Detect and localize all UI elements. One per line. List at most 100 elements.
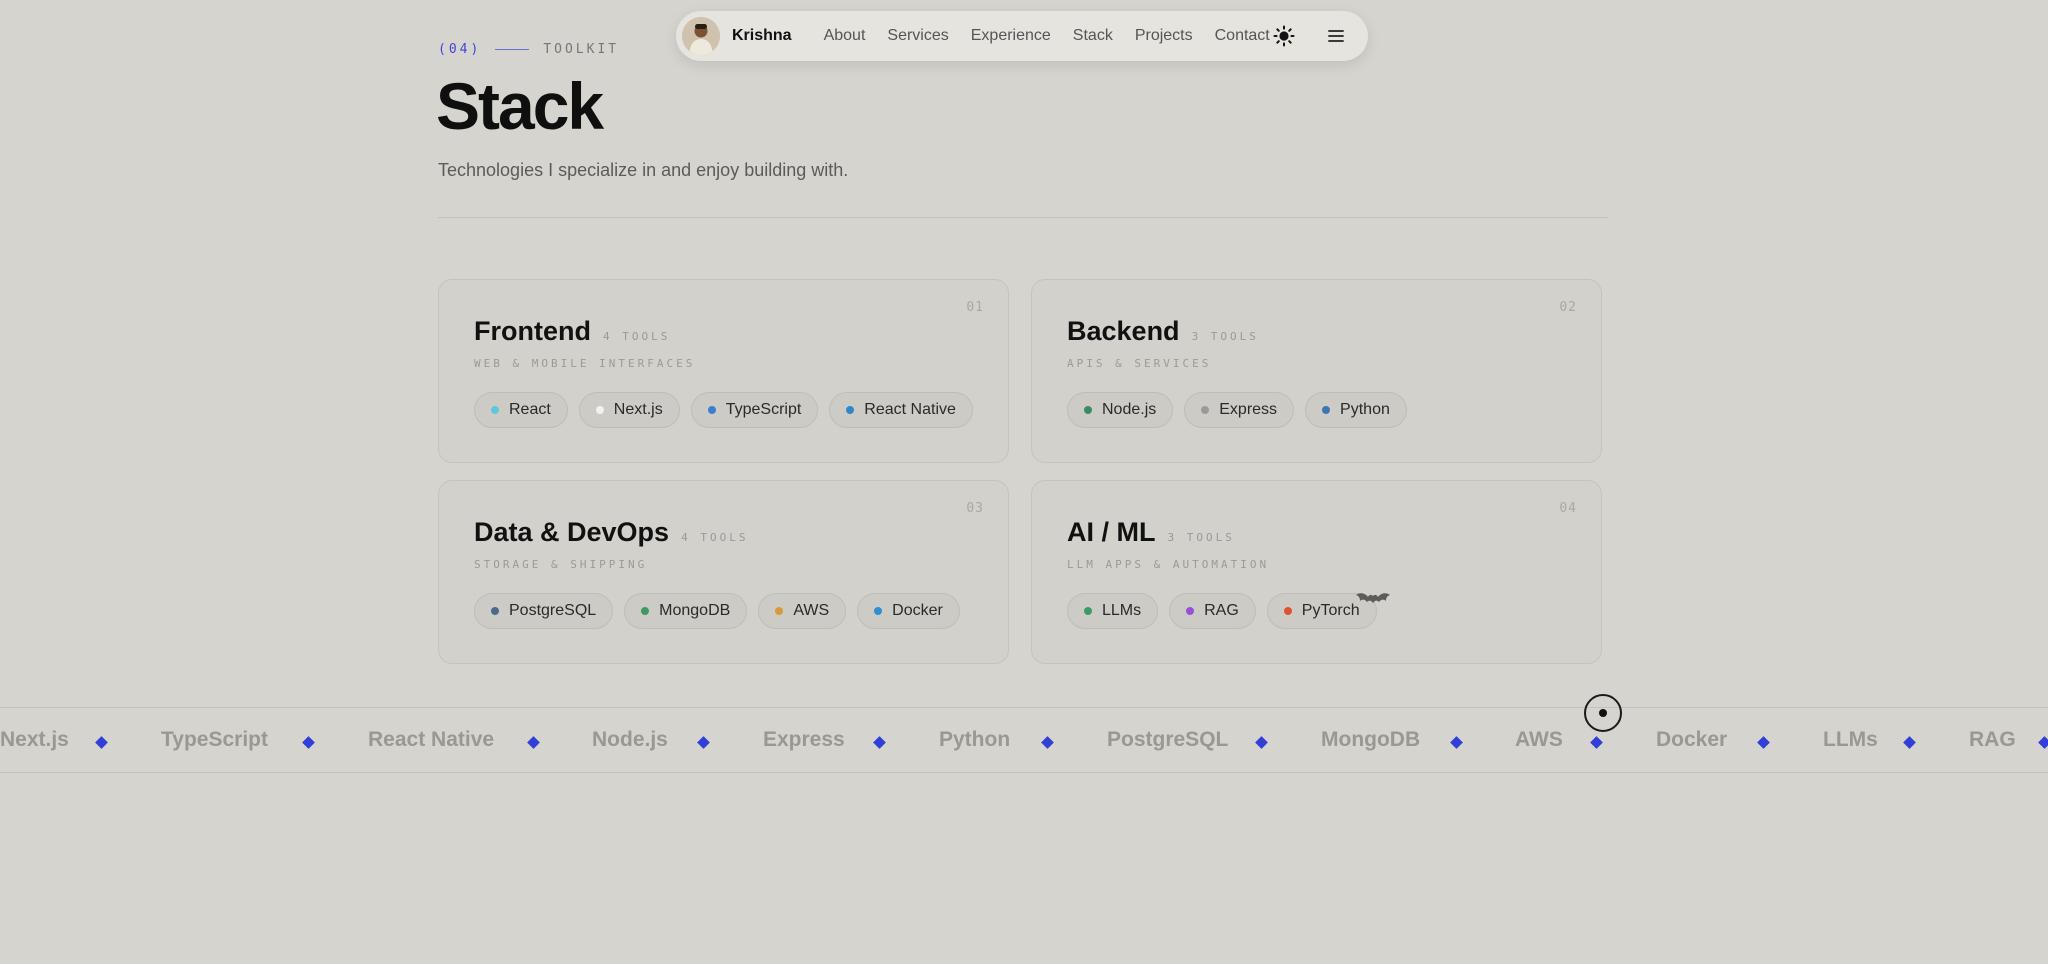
card-index: 03 [966,501,984,516]
tool-color-dot [1186,607,1195,615]
top-nav: Krishna About Services Experience Stack … [676,11,1368,61]
bat-icon [1356,593,1390,603]
tool-name: PyTorch [1301,602,1360,619]
tool-color-dot [707,406,716,414]
section-divider [438,217,1608,218]
card-tool-count: 3 TOOLS [1167,531,1235,544]
tool-color-dot [1322,406,1331,414]
marquee-item: Node.js [592,728,668,751]
card-title: Frontend [474,316,591,346]
card-title: Backend [1067,316,1180,346]
marquee-item: Docker [1656,728,1728,751]
tool-chip[interactable]: Express [1184,392,1295,428]
tool-chip-list: PostgreSQL MongoDB AWS Docker [474,593,973,629]
marquee-item: TypeScript [161,728,268,751]
diamond-icon [1590,736,1603,749]
nav-link-stack[interactable]: Stack [1073,27,1113,45]
diamond-icon [527,736,540,749]
tool-name: RAG [1204,602,1239,619]
nav-link-contact[interactable]: Contact [1215,27,1270,45]
diamond-icon [95,736,108,749]
tool-name: Next.js [613,401,663,418]
tool-name: PostgreSQL [509,602,597,619]
nav-link-experience[interactable]: Experience [971,27,1051,45]
card-index: 02 [1559,300,1577,315]
tool-name: Python [1340,401,1390,418]
tool-color-dot [874,607,883,615]
tool-name: Node.js [1102,401,1157,418]
tool-color-dot [1084,406,1092,414]
section-number: (04) [438,42,482,57]
tool-name: Docker [892,602,943,619]
marquee-item: Python [939,728,1011,751]
stack-card-frontend: 01 Frontend 4 TOOLS WEB & MOBILE INTERFA… [438,279,1009,463]
tool-chip[interactable]: TypeScript [690,392,819,428]
brand-name[interactable]: Krishna [732,27,792,45]
card-index: 04 [1559,501,1577,516]
diamond-icon [1255,736,1268,749]
tool-color-dot [1084,607,1092,615]
card-description: STORAGE & SHIPPING [474,558,648,571]
nav-link-projects[interactable]: Projects [1135,27,1193,45]
diamond-icon [1450,736,1463,749]
marquee-item: Next.js [0,728,69,751]
nav-link-services[interactable]: Services [887,27,948,45]
nav-link-about[interactable]: About [824,27,866,45]
marquee-item: React Native [368,728,495,751]
eyebrow-divider [495,49,530,50]
diamond-icon [2038,736,2048,749]
tool-color-dot [1283,607,1292,615]
avatar[interactable] [682,17,720,55]
card-description: APIS & SERVICES [1067,357,1212,370]
tool-chip[interactable]: Docker [857,593,960,629]
tool-chip[interactable]: Python [1305,392,1407,428]
card-tool-count: 3 TOOLS [1191,330,1259,343]
stack-card-backend: 02 Backend 3 TOOLS APIS & SERVICES Node.… [1031,279,1602,463]
tool-chip[interactable]: LLMs [1067,593,1159,629]
tool-name: TypeScript [725,401,802,418]
tool-name: AWS [793,602,830,619]
hamburger-menu-icon[interactable] [1324,24,1348,48]
tool-name: React [509,401,551,418]
tool-chip[interactable]: AWS [758,593,847,629]
sun-icon[interactable] [1272,24,1296,48]
diamond-icon [1903,736,1916,749]
nav-actions [1272,24,1358,48]
page-subtitle: Technologies I specialize in and enjoy b… [438,160,849,180]
tool-color-dot [595,406,604,414]
card-index: 01 [966,300,984,315]
tool-name: LLMs [1102,602,1142,619]
diamond-icon [302,736,315,749]
cursor-dot [1599,709,1607,717]
tool-color-dot [491,406,499,414]
tech-marquee: Next.js TypeScript React Native Node.js … [0,707,2048,773]
card-tool-count: 4 TOOLS [681,531,749,544]
page-title: Stack [436,69,604,143]
card-description: LLM APPS & AUTOMATION [1067,558,1270,571]
tool-chip[interactable]: Node.js [1067,392,1174,428]
tool-chip[interactable]: RAG [1169,593,1256,629]
marquee-item: Express [763,728,845,751]
marquee-item: AWS [1515,728,1563,751]
card-title: Data & DevOps [474,517,670,547]
tool-name: Express [1219,401,1278,418]
cursor-ring-icon [1584,694,1622,732]
tool-chip[interactable]: PostgreSQL [474,593,614,629]
tool-chip[interactable]: Next.js [578,392,680,428]
tool-chip[interactable]: MongoDB [624,593,748,629]
tool-chip-list: React Next.js TypeScript React Native [474,392,973,428]
tool-name: MongoDB [659,602,731,619]
tool-color-dot [846,406,855,414]
tool-chip-list: LLMs RAG PyTorch [1067,593,1566,629]
card-title: AI / ML [1067,517,1156,547]
diamond-icon [873,736,886,749]
diamond-icon [1041,736,1054,749]
section-eyebrow: (04) TOOLKIT [438,42,619,57]
tool-chip[interactable]: React [474,392,568,428]
stack-card-data-devops: 03 Data & DevOps 4 TOOLS STORAGE & SHIPP… [438,480,1009,664]
tool-color-dot [641,607,650,615]
tool-name: React Native [864,401,956,418]
marquee-item: LLMs [1823,728,1878,751]
tool-chip[interactable]: React Native [829,392,973,428]
section-tag: TOOLKIT [543,42,620,57]
